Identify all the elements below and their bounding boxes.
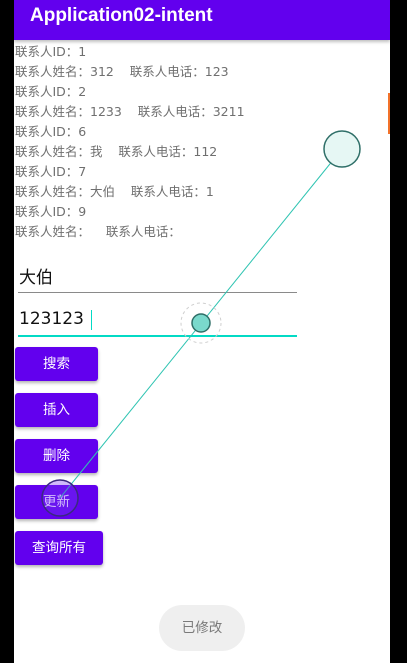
contact-record-list: 联系人ID：1 联系人姓名：312 联系人电话：123 联系人ID：2 联系人姓… (15, 42, 375, 242)
record-line: 联系人ID：7 (15, 164, 87, 179)
contact-name-input[interactable] (18, 259, 297, 293)
text-cursor (91, 310, 92, 330)
record-line: 联系人姓名：1233 联系人电话：3211 (15, 104, 245, 119)
update-button[interactable]: 更新 (15, 485, 98, 519)
record-line: 联系人姓名：大伯 联系人电话：1 (15, 184, 214, 199)
record-line: 联系人姓名：我 联系人电话：112 (15, 144, 218, 159)
search-button[interactable]: 搜索 (15, 347, 98, 381)
toast-message: 已修改 (159, 605, 245, 651)
delete-button[interactable]: 删除 (15, 439, 98, 473)
app-title: Application02-intent (30, 5, 213, 26)
scrollbar-indicator[interactable] (388, 93, 390, 134)
record-line: 联系人ID：1 (15, 44, 87, 59)
app-screen: Application02-intent 联系人ID：1 联系人姓名：312 联… (14, 0, 390, 663)
record-line: 联系人ID：9 (15, 204, 87, 219)
record-line: 联系人ID：6 (15, 124, 87, 139)
contact-phone-input[interactable] (18, 303, 297, 337)
insert-button[interactable]: 插入 (15, 393, 98, 427)
app-bar: Application02-intent (14, 0, 390, 40)
record-line: 联系人姓名：312 联系人电话：123 (15, 64, 229, 79)
record-line: 联系人姓名： 联系人电话： (15, 224, 181, 239)
query-all-button[interactable]: 查询所有 (15, 531, 103, 565)
record-line: 联系人ID：2 (15, 84, 87, 99)
